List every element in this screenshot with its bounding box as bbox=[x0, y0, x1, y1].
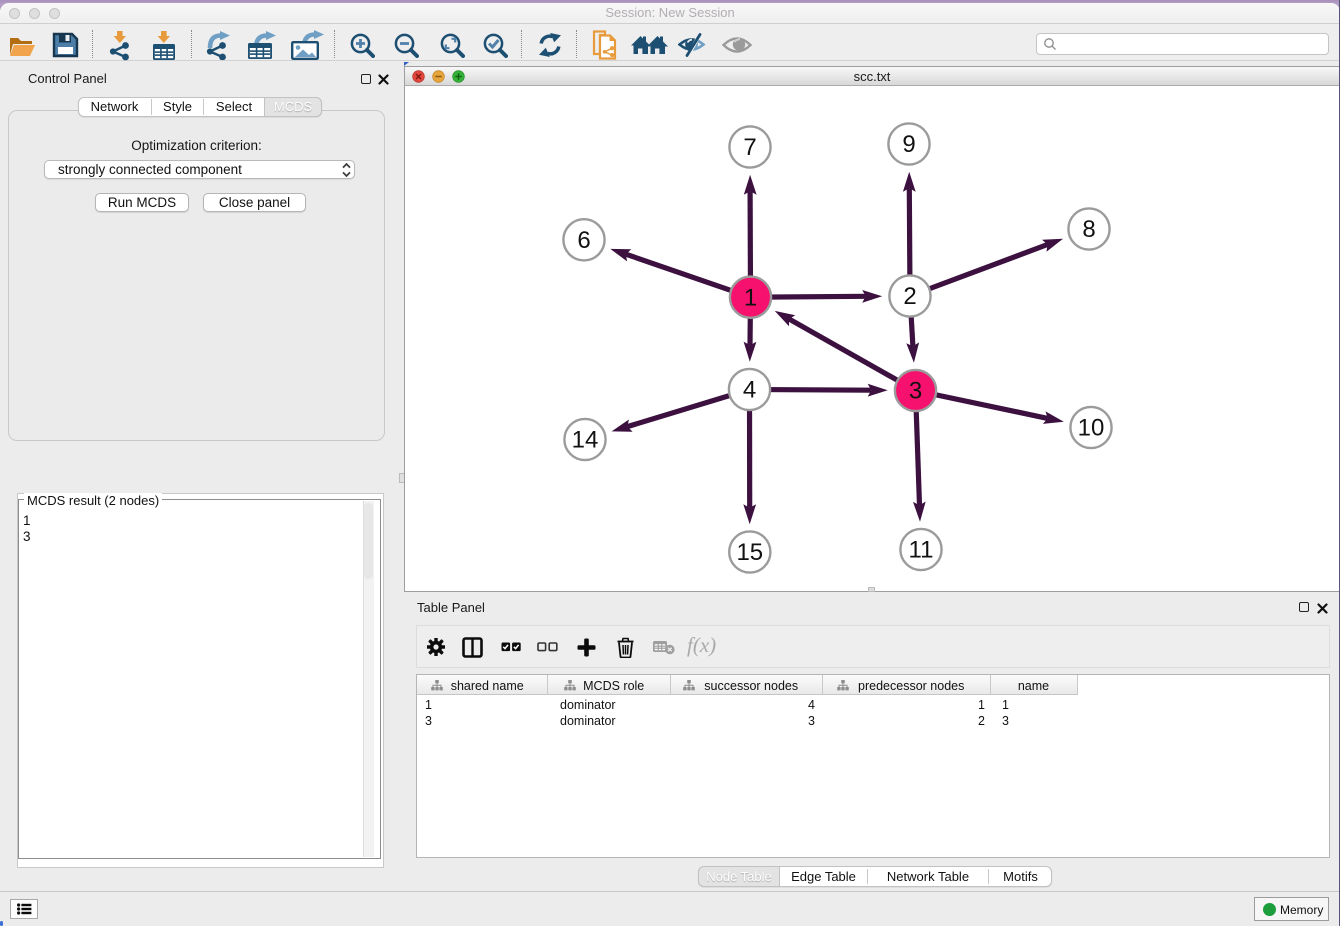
svg-text:1: 1 bbox=[744, 284, 757, 311]
svg-text:11: 11 bbox=[909, 537, 934, 564]
svg-text:10: 10 bbox=[1078, 415, 1105, 442]
svg-text:4: 4 bbox=[743, 377, 756, 404]
svg-text:9: 9 bbox=[902, 131, 915, 158]
svg-text:6: 6 bbox=[577, 227, 590, 254]
svg-text:7: 7 bbox=[743, 134, 756, 161]
svg-text:14: 14 bbox=[572, 427, 599, 454]
svg-text:2: 2 bbox=[903, 283, 916, 310]
svg-text:15: 15 bbox=[736, 539, 763, 566]
svg-text:3: 3 bbox=[909, 378, 922, 405]
svg-text:8: 8 bbox=[1082, 216, 1095, 243]
